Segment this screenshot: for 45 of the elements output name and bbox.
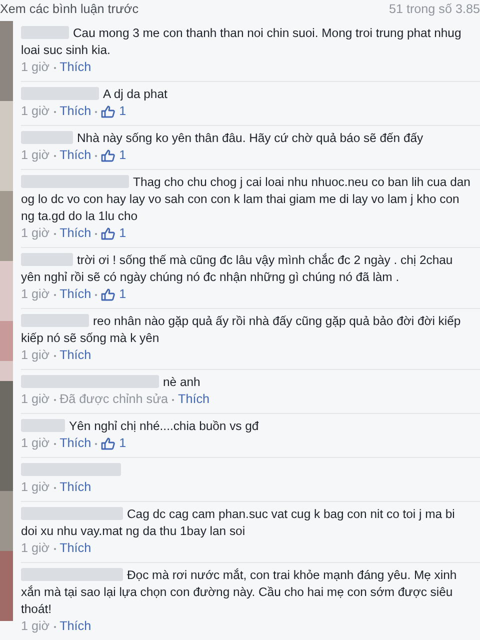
like-count: 1 xyxy=(119,225,126,242)
like-link[interactable]: Thích xyxy=(60,540,92,557)
comment-time: 1 giờ xyxy=(21,147,50,164)
edited-label: Đã được chỉnh sửa xyxy=(60,391,168,408)
comment-time: 1 giờ xyxy=(21,347,50,364)
like-link[interactable]: Thích xyxy=(60,435,92,452)
thumbs-up-icon xyxy=(101,288,116,301)
like-link[interactable]: Thích xyxy=(60,618,92,635)
like-count: 1 xyxy=(119,286,126,303)
like-link[interactable]: Thích xyxy=(60,347,92,364)
thumbs-up-icon xyxy=(101,437,116,450)
comment-text: Cau mong 3 me con thanh than noi chin suoi. Mong troi trung phat nhug loai suc sinh kia. xyxy=(21,25,462,59)
thumbs-up-icon xyxy=(101,105,116,118)
like-link[interactable]: Thích xyxy=(60,286,92,303)
comment-text: Nhà này sống ko yên thân đâu. Hãy cứ chờ quả báo sẽ đến đấy xyxy=(21,130,480,147)
comment-text: Yên nghỉ chị nhé....chia buồn vs gđ xyxy=(21,418,480,435)
like-link[interactable]: Thích xyxy=(60,103,92,120)
like-link[interactable]: Thích xyxy=(60,147,92,164)
comment-text: reo nhân nào gặp quả ấy rồi nhà đấy cũng gặp quả bảo đời đời kiếp kiếp nó sẽ sống mà k yên xyxy=(21,313,462,347)
like-link[interactable]: Thích xyxy=(60,225,92,242)
comment-text: A dj da phat xyxy=(21,86,480,103)
previous-comments-link[interactable]: Xem các bình luận trước xyxy=(0,1,138,17)
thumbs-up-icon xyxy=(101,149,116,162)
comment-time: 1 giờ xyxy=(21,618,50,635)
comment-time: 1 giờ xyxy=(21,59,50,76)
comment-text: Đọc mà rơi nước mắt, con trai khỏe mạnh đáng yêu. Mẹ xinh xắn mà tại sao lại lựa chọn con đường này. Cầu cho hai mẹ con sớm được siêu thoát! xyxy=(21,567,458,618)
comment-time: 1 giờ xyxy=(21,435,50,452)
like-link[interactable]: Thích xyxy=(60,479,92,496)
comment-time: 1 giờ xyxy=(21,286,50,303)
comment-text: trời ơi ! sống thế mà cũng đc lâu vậy mình chắc đc 2 ngày . chị 2chau yên nghỉ rồi sẽ có ngày chúng nó đc nhận những gì chúng nó đã làm . xyxy=(21,252,454,286)
comment-text: nè anh xyxy=(21,374,480,391)
comment-time: 1 giờ xyxy=(21,103,50,120)
like-count: 1 xyxy=(119,435,126,452)
like-link[interactable]: Thích xyxy=(60,59,92,76)
comment-time: 1 giờ xyxy=(21,540,50,557)
comment-text: Thag cho chu chog j cai loai nhu nhuoc.neu co ban lih cua dan og lo dc vo con hay lay vo sah con con k lam thai giam me di lay vo lam j kho con ng ta.gd do la 1lu cho xyxy=(21,174,472,225)
thumbs-up-icon xyxy=(101,227,116,240)
like-count: 1 xyxy=(119,103,126,120)
like-link[interactable]: Thích xyxy=(178,391,210,408)
comment-time: 1 giờ xyxy=(21,479,50,496)
comment-text: Cag dc cag cam phan.suc vat cug k bag con nit co toi j ma bi doi xu nhu vay.mat ng da thu 1bay lan soi xyxy=(21,506,456,540)
comment-time: 1 giờ xyxy=(21,391,50,408)
comment-time: 1 giờ xyxy=(21,225,50,242)
like-count: 1 xyxy=(119,147,126,164)
comment-count: 51 trong số 3.85 xyxy=(388,1,480,17)
